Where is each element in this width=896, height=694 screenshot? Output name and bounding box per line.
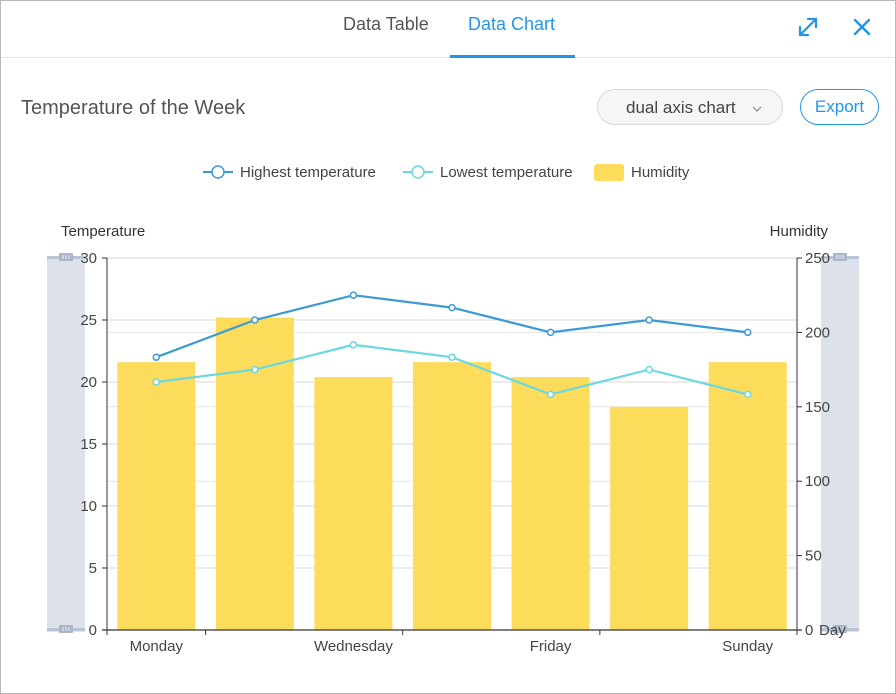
y-left-axis-title: Temperature xyxy=(61,223,145,240)
series-point[interactable] xyxy=(743,328,752,337)
series-point[interactable] xyxy=(448,353,456,361)
series-point[interactable] xyxy=(349,341,358,349)
chart-type-select[interactable]: dual axis chart xyxy=(597,89,783,125)
y-left-tick-label: 15 xyxy=(80,436,97,453)
humidity-bar[interactable] xyxy=(314,377,393,630)
humidity-bar[interactable] xyxy=(708,362,787,630)
legend-marker xyxy=(411,165,425,179)
series-point[interactable] xyxy=(645,316,653,324)
x-tick-label: Friday xyxy=(530,638,572,655)
x-axis-title: Day xyxy=(819,622,846,639)
series-point[interactable] xyxy=(251,365,259,374)
legend-bar-swatch xyxy=(594,164,624,181)
series-point[interactable] xyxy=(251,316,259,324)
active-tab-indicator xyxy=(450,55,575,58)
series-point[interactable] xyxy=(152,378,161,386)
legend-marker xyxy=(211,165,225,179)
y-right-tick-label: 250 xyxy=(805,250,830,267)
tab-data-table[interactable]: Data Table xyxy=(343,13,429,35)
series-point[interactable] xyxy=(349,291,358,299)
chart-title: Temperature of the Week xyxy=(21,97,246,119)
legend-label: Humidity xyxy=(631,164,690,181)
chart-dialog: Data Table Data Chart Temperature of the… xyxy=(0,0,896,694)
y-right-tick-label: 50 xyxy=(805,548,822,565)
x-tick-label: Wednesday xyxy=(314,638,393,655)
legend-label: Highest temperature xyxy=(240,164,376,181)
x-tick-label: Monday xyxy=(130,638,184,655)
left-zoom-track[interactable] xyxy=(47,256,85,632)
humidity-bar[interactable] xyxy=(610,406,689,630)
y-right-tick-label: 0 xyxy=(805,622,813,639)
chart-type-value: dual axis chart xyxy=(626,98,736,117)
humidity-bar[interactable] xyxy=(413,362,491,630)
y-right-axis-title: Humidity xyxy=(770,223,829,240)
series-point[interactable] xyxy=(645,365,653,374)
series-point[interactable] xyxy=(743,390,752,399)
humidity-bar[interactable] xyxy=(511,377,590,630)
series-point[interactable] xyxy=(448,303,456,312)
chevron-down-icon xyxy=(751,100,763,120)
export-button[interactable]: Export xyxy=(800,89,879,125)
y-left-tick-label: 20 xyxy=(80,374,97,391)
y-right-tick-label: 150 xyxy=(805,399,830,416)
y-left-tick-label: 0 xyxy=(89,622,97,639)
y-left-tick-label: 25 xyxy=(80,312,97,329)
dual-axis-chart: Highest temperature Lowest temperature Hum… xyxy=(47,164,859,655)
y-left-tick-label: 10 xyxy=(80,498,97,515)
right-zoom-track[interactable] xyxy=(821,256,859,632)
series-point[interactable] xyxy=(546,390,555,399)
expand-icon[interactable] xyxy=(796,15,820,39)
tab-bar: Data Table Data Chart xyxy=(1,1,895,58)
humidity-bar[interactable] xyxy=(215,317,294,630)
y-left-tick-label: 30 xyxy=(80,250,97,267)
y-left-tick-label: 5 xyxy=(89,560,97,577)
x-tick-label: Sunday xyxy=(722,638,773,655)
humidity-bar[interactable] xyxy=(117,362,196,630)
y-right-tick-label: 200 xyxy=(805,324,830,341)
y-right-tick-label: 100 xyxy=(805,473,830,490)
tab-data-chart[interactable]: Data Chart xyxy=(468,13,555,35)
series-point[interactable] xyxy=(546,328,555,337)
series-point[interactable] xyxy=(152,353,161,361)
close-icon[interactable] xyxy=(850,15,874,39)
legend-label: Lowest temperature xyxy=(440,164,573,181)
